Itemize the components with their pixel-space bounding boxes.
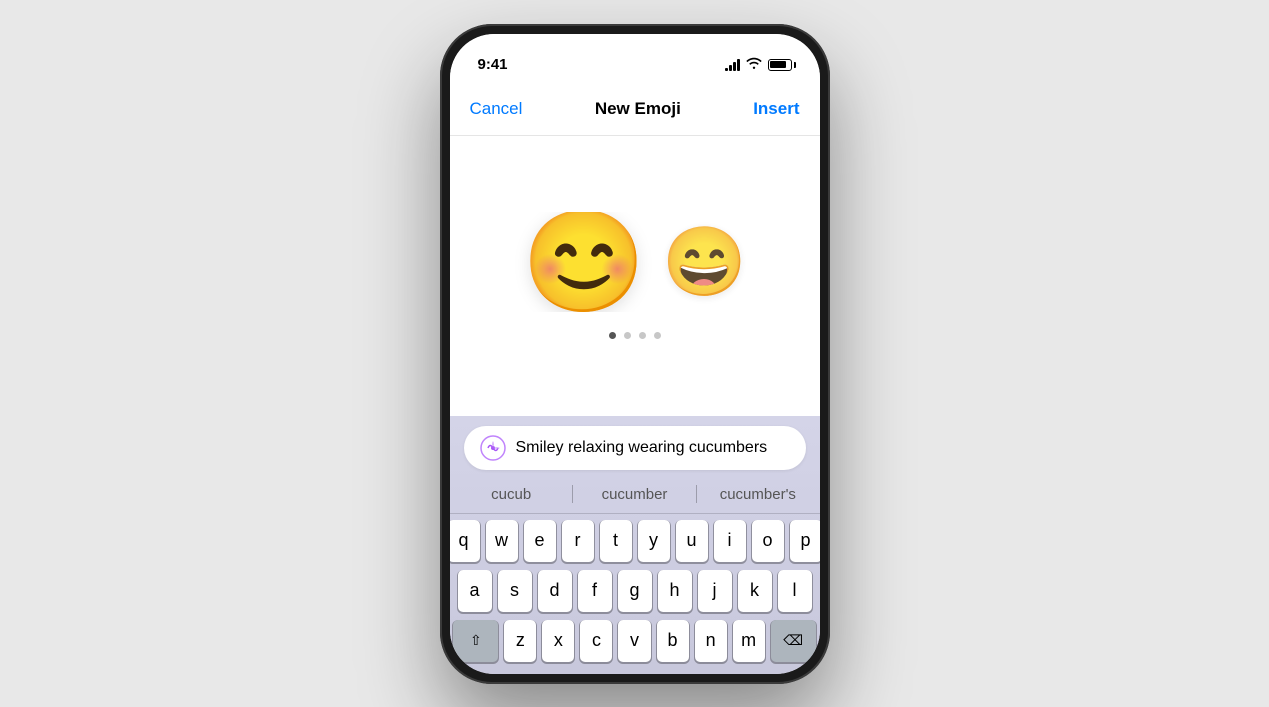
keyboard-area: Smiley relaxing wearing cucumbers cucub … <box>450 416 820 674</box>
key-t[interactable]: t <box>600 520 632 562</box>
input-text: Smiley relaxing wearing cucumbers <box>516 439 790 457</box>
phone-screen: 9:41 <box>450 34 820 674</box>
key-c[interactable]: c <box>580 620 612 662</box>
key-d[interactable]: d <box>538 570 572 612</box>
dot-4[interactable] <box>654 332 661 339</box>
wifi-icon <box>746 57 762 72</box>
key-row-1: q w e r t y u i o p <box>454 520 816 562</box>
emoji-carousel: 😊 😄 <box>470 212 800 312</box>
suggestion-2[interactable]: cucumber <box>573 480 696 509</box>
input-field[interactable]: Smiley relaxing wearing cucumbers <box>464 426 806 470</box>
key-x[interactable]: x <box>542 620 574 662</box>
key-shift[interactable]: ⇧ <box>453 620 498 662</box>
key-u[interactable]: u <box>676 520 708 562</box>
key-p[interactable]: p <box>790 520 820 562</box>
key-f[interactable]: f <box>578 570 612 612</box>
key-w[interactable]: w <box>486 520 518 562</box>
key-l[interactable]: l <box>778 570 812 612</box>
key-n[interactable]: n <box>695 620 727 662</box>
key-k[interactable]: k <box>738 570 772 612</box>
status-bar: 9:41 <box>450 34 820 84</box>
key-v[interactable]: v <box>618 620 650 662</box>
key-z[interactable]: z <box>504 620 536 662</box>
cancel-button[interactable]: Cancel <box>470 99 523 119</box>
key-q[interactable]: q <box>450 520 480 562</box>
suggestion-1[interactable]: cucub <box>450 480 573 509</box>
emoji-display-area: 😊 😄 <box>450 136 820 416</box>
dot-3[interactable] <box>639 332 646 339</box>
keys-area: q w e r t y u i o p a s d f g h <box>450 514 820 674</box>
phone-frame: 9:41 <box>440 24 830 684</box>
battery-icon <box>768 59 792 71</box>
ai-icon <box>480 435 506 461</box>
insert-button[interactable]: Insert <box>753 99 799 119</box>
key-backspace[interactable]: ⌫ <box>771 620 816 662</box>
key-h[interactable]: h <box>658 570 692 612</box>
dot-2[interactable] <box>624 332 631 339</box>
status-icons <box>725 57 792 72</box>
carousel-dots <box>609 332 661 339</box>
key-g[interactable]: g <box>618 570 652 612</box>
input-row: Smiley relaxing wearing cucumbers <box>450 416 820 476</box>
status-time: 9:41 <box>478 56 508 73</box>
key-s[interactable]: s <box>498 570 532 612</box>
emoji-main-display: 😊 <box>522 212 647 312</box>
suggestions-row: cucub cucumber cucumber's <box>450 476 820 514</box>
key-a[interactable]: a <box>458 570 492 612</box>
page-title: New Emoji <box>595 99 681 119</box>
key-i[interactable]: i <box>714 520 746 562</box>
key-row-3: ⇧ z x c v b n m ⌫ <box>454 620 816 662</box>
dot-1[interactable] <box>609 332 616 339</box>
key-j[interactable]: j <box>698 570 732 612</box>
key-e[interactable]: e <box>524 520 556 562</box>
emoji-secondary-display: 😄 <box>662 228 747 296</box>
key-row-2: a s d f g h j k l <box>454 570 816 612</box>
key-m[interactable]: m <box>733 620 765 662</box>
nav-bar: Cancel New Emoji Insert <box>450 84 820 136</box>
signal-icon <box>725 59 740 71</box>
key-y[interactable]: y <box>638 520 670 562</box>
key-o[interactable]: o <box>752 520 784 562</box>
suggestion-3[interactable]: cucumber's <box>696 480 819 509</box>
key-b[interactable]: b <box>657 620 689 662</box>
key-r[interactable]: r <box>562 520 594 562</box>
